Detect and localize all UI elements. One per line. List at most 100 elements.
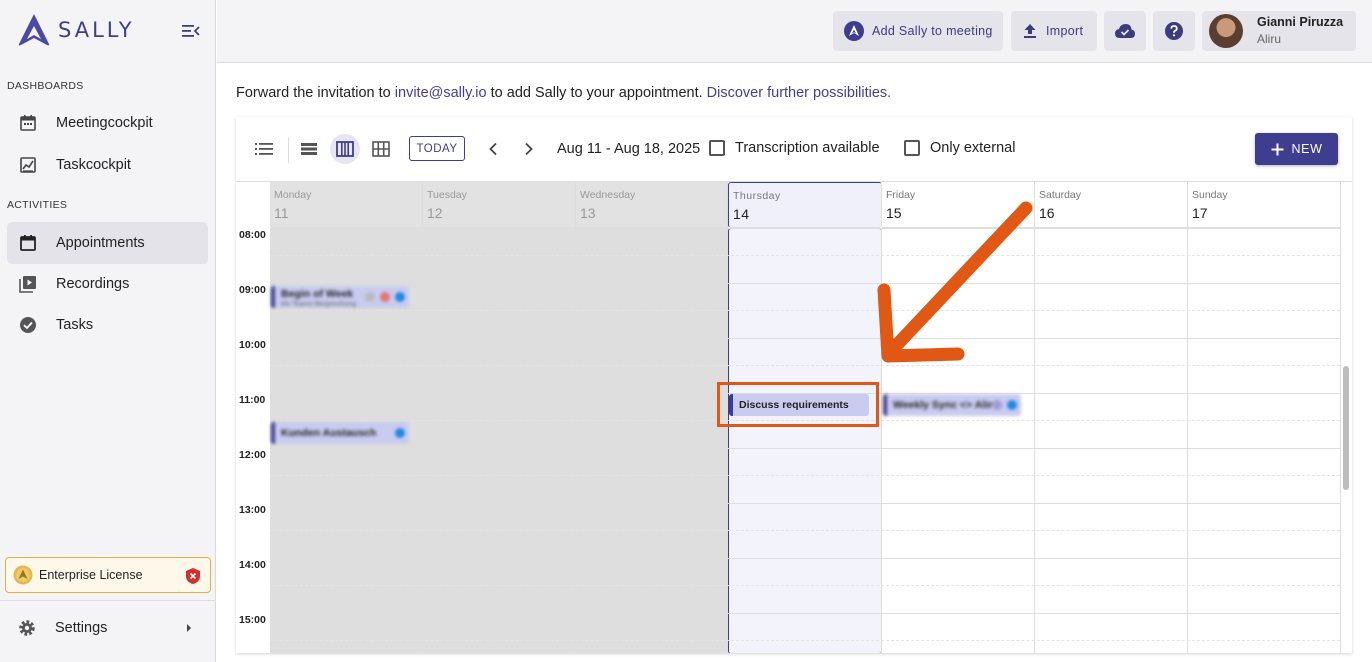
- event-subtitle: Ms Teams Besprechung: [281, 301, 356, 308]
- half-hour-line: [270, 310, 1340, 311]
- status-dot: [1007, 400, 1017, 410]
- day-column-saturday[interactable]: [1035, 228, 1188, 653]
- sidebar-item-label: Meetingcockpit: [56, 115, 153, 131]
- day-column-tuesday[interactable]: [423, 228, 576, 653]
- gear-icon: [17, 618, 37, 638]
- help-icon: [1164, 21, 1184, 41]
- time-label: 15:00: [239, 614, 266, 626]
- calendar-scrollbar[interactable]: [1340, 228, 1352, 653]
- week-grid: Monday 11 Tuesday 12 Wednesday 13 Thursd…: [236, 181, 1352, 653]
- day-number: 13: [580, 205, 596, 221]
- hour-line: [270, 558, 1340, 559]
- day-header-saturday[interactable]: Saturday 16: [1035, 182, 1188, 228]
- sidebar-item-recordings[interactable]: Recordings: [7, 263, 208, 305]
- half-hour-line: [270, 530, 1340, 531]
- hour-line: [270, 613, 1340, 614]
- event-title: Discuss requirements: [739, 399, 849, 411]
- hour-line: [270, 503, 1340, 504]
- day-column-wednesday[interactable]: [576, 228, 728, 653]
- only-external-checkbox[interactable]: Only external: [904, 140, 1015, 156]
- hour-line: [270, 338, 1340, 339]
- day-column-thursday[interactable]: [728, 228, 882, 653]
- help-button[interactable]: [1153, 11, 1195, 51]
- event-title: Kunden Austausch: [281, 427, 377, 439]
- event-kunden-austausch[interactable]: Kunden Austausch: [271, 422, 409, 444]
- cloud-sync-button[interactable]: [1104, 11, 1146, 51]
- day-number: 11: [274, 205, 289, 221]
- day-number: 12: [427, 205, 443, 221]
- sally-badge-icon: [844, 21, 864, 41]
- enterprise-license-badge[interactable]: Enterprise License: [5, 557, 211, 593]
- list-icon: [255, 142, 273, 156]
- scrollbar-thumb[interactable]: [1343, 366, 1349, 490]
- sidebar-item-meetingcockpit[interactable]: Meetingcockpit: [7, 102, 208, 144]
- section-label-dashboards: DASHBOARDS: [7, 80, 84, 92]
- today-button[interactable]: TODAY: [409, 136, 465, 161]
- next-week-button[interactable]: [517, 137, 541, 161]
- time-label: 14:00: [239, 559, 266, 571]
- event-discuss-requirements[interactable]: Discuss requirements: [729, 394, 869, 416]
- day-view-icon: [300, 142, 318, 156]
- sidebar-item-tasks[interactable]: Tasks: [7, 304, 208, 346]
- sidebar-item-appointments[interactable]: Appointments: [7, 222, 208, 264]
- day-header-tuesday[interactable]: Tuesday 12: [423, 182, 576, 228]
- import-button[interactable]: Import: [1011, 11, 1097, 51]
- day-column-friday[interactable]: [882, 228, 1035, 653]
- day-name: Monday: [274, 189, 312, 201]
- cloud-check-icon: [1114, 23, 1136, 39]
- sidebar-item-taskcockpit[interactable]: Taskcockpit: [7, 144, 208, 186]
- previous-week-button[interactable]: [481, 137, 505, 161]
- chart-icon: [18, 155, 38, 175]
- week-view-button[interactable]: [330, 134, 360, 164]
- day-number: 14: [733, 206, 750, 222]
- month-view-button[interactable]: [366, 134, 396, 164]
- half-hour-line: [270, 475, 1340, 476]
- only-external-label: Only external: [930, 140, 1016, 156]
- sidebar-item-label: Taskcockpit: [56, 157, 131, 173]
- sidebar-item-label: Tasks: [56, 317, 94, 333]
- transcription-filter-checkbox[interactable]: Transcription available: [709, 140, 880, 156]
- day-view-button[interactable]: [294, 134, 324, 164]
- half-hour-line: [270, 640, 1340, 641]
- sidebar-item-settings[interactable]: Settings: [7, 608, 208, 648]
- new-appointment-button[interactable]: NEW: [1255, 133, 1338, 165]
- half-hour-line: [270, 585, 1340, 586]
- status-dot: [395, 292, 405, 302]
- day-number: 16: [1039, 205, 1055, 221]
- sidebar: SALLY DASHBOARDS Meetingcockpit Taskcock…: [0, 0, 216, 662]
- day-header-wednesday[interactable]: Wednesday 13: [576, 182, 728, 228]
- time-label: 11:00: [239, 394, 266, 406]
- day-name: Tuesday: [427, 189, 467, 201]
- day-column-sunday[interactable]: [1188, 228, 1341, 653]
- invite-prefix: Forward the invitation to: [236, 85, 395, 101]
- event-weekly-sync[interactable]: Weekly Sync <> Aliru: [883, 394, 1021, 416]
- user-name: Gianni Piruzza: [1257, 15, 1344, 29]
- add-sally-to-meeting-button[interactable]: Add Sally to meeting: [833, 11, 1003, 51]
- discover-possibilities-link[interactable]: Discover further possibilities.: [707, 85, 892, 101]
- status-dot: [992, 400, 1002, 410]
- day-name: Saturday: [1039, 189, 1082, 201]
- day-header-friday[interactable]: Friday 15: [882, 182, 1035, 228]
- sally-logo-icon: [18, 14, 50, 46]
- month-grid-icon: [372, 141, 390, 157]
- day-header-sunday[interactable]: Sunday 17: [1188, 182, 1341, 228]
- event-title: Weekly Sync <> Aliru: [893, 399, 999, 411]
- brand-name: SALLY: [58, 18, 135, 42]
- checkbox-box: [904, 140, 920, 156]
- day-number: 17: [1192, 205, 1208, 221]
- sally-logo[interactable]: SALLY: [16, 12, 135, 48]
- collapse-menu-icon[interactable]: [180, 20, 202, 42]
- plus-icon: [1271, 143, 1284, 156]
- status-dot: [395, 428, 405, 438]
- user-menu[interactable]: Gianni Piruzza Aliru: [1202, 11, 1356, 51]
- day-name: Friday: [886, 189, 916, 201]
- day-header-monday[interactable]: Monday 11: [270, 182, 423, 228]
- transcription-filter-label: Transcription available: [735, 140, 880, 156]
- invite-email-link[interactable]: invite@sally.io: [395, 85, 487, 101]
- day-header-thursday[interactable]: Thursday 14: [728, 182, 882, 228]
- event-begin-of-week[interactable]: Begin of Week Ms Teams Besprechung: [271, 286, 409, 308]
- upload-icon: [1023, 23, 1037, 39]
- new-label: NEW: [1291, 142, 1323, 156]
- list-view-button[interactable]: [249, 134, 279, 164]
- half-hour-line: [270, 365, 1340, 366]
